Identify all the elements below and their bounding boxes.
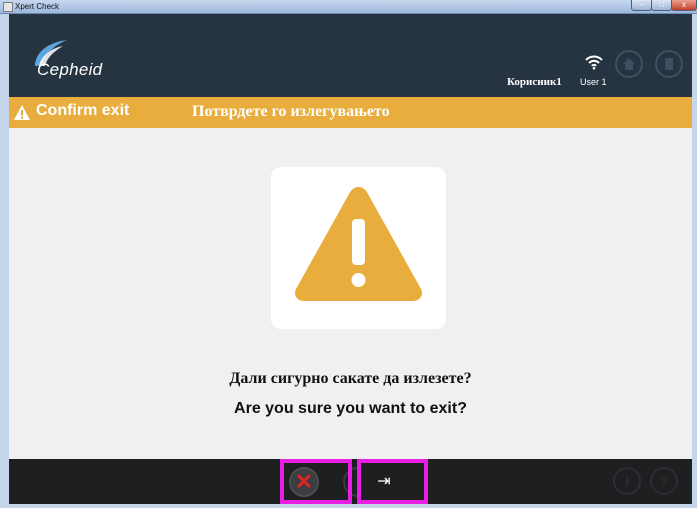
maximize-icon: □ <box>659 0 664 9</box>
logo-text: Cepheid <box>37 60 103 79</box>
window-frame-left <box>0 14 9 508</box>
banner-title-local: Потврдете го излегувањето <box>192 103 390 120</box>
large-warning-icon <box>294 187 423 301</box>
door-exit-icon <box>665 58 673 70</box>
highlight-cancel-button <box>280 459 352 504</box>
help-button[interactable]: ? <box>650 467 678 495</box>
app-header: Cepheid Корисник1 User 1 <box>9 14 692 97</box>
dialog-content: Дали сигурно сакате да излезете? Are you… <box>9 128 692 459</box>
close-icon: x <box>682 0 686 9</box>
window-frame-right <box>692 14 697 508</box>
question-text-english: Are you sure you want to exit? <box>234 400 467 417</box>
home-icon <box>623 58 635 70</box>
logout-button[interactable] <box>655 50 683 78</box>
help-icon: ? <box>659 473 669 489</box>
cepheid-logo: Cepheid <box>21 38 131 84</box>
user-name-english: User 1 <box>580 77 607 87</box>
warning-icon <box>14 105 30 120</box>
footer-toolbar: ✕ ⇥ i ? <box>9 459 692 504</box>
title-bar: Xpert Check – □ x <box>0 0 697 14</box>
info-icon: i <box>625 473 629 489</box>
maximize-button[interactable]: □ <box>651 0 672 11</box>
wifi-icon <box>585 55 603 70</box>
application-window: Xpert Check – □ x Cepheid Корисник1 User… <box>0 0 697 508</box>
app-icon <box>3 2 13 12</box>
close-window-button[interactable]: x <box>671 0 697 11</box>
highlight-exit-button <box>357 459 428 504</box>
home-button[interactable] <box>615 50 643 78</box>
window-frame-bottom <box>0 504 697 508</box>
minimize-icon: – <box>639 0 644 9</box>
info-button[interactable]: i <box>613 467 641 495</box>
minimize-button[interactable]: – <box>631 0 652 11</box>
confirm-exit-banner: Confirm exit Потврдете го излегувањето <box>9 97 692 128</box>
question-text-local: Дали сигурно сакате да излезете? <box>229 370 472 387</box>
banner-title-english: Confirm exit <box>36 102 130 119</box>
user-name-local: Корисник1 <box>507 76 562 88</box>
warning-icon-box <box>271 167 446 329</box>
window-title: Xpert Check <box>15 2 60 11</box>
